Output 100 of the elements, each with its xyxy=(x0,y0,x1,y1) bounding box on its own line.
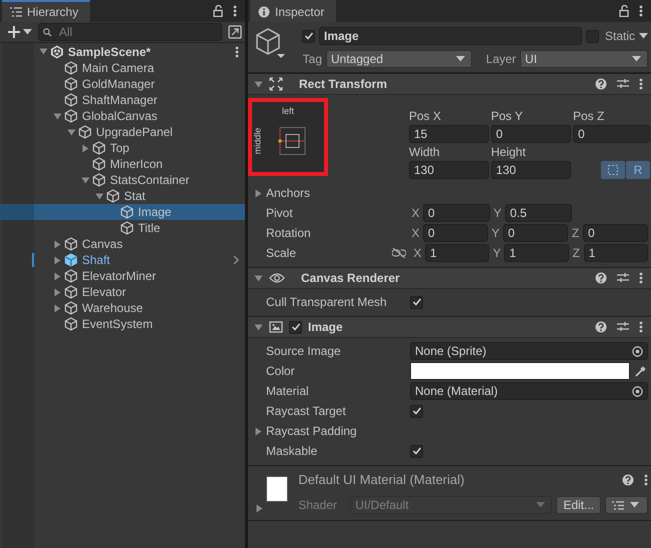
hierarchy-item[interactable]: MinerIcon xyxy=(0,156,245,172)
number-field[interactable]: 1 xyxy=(584,244,648,262)
blueprint-mode-button[interactable] xyxy=(601,161,625,179)
component-header[interactable]: Canvas Renderer xyxy=(248,267,651,289)
hierarchy-item[interactable]: ElevatorMiner xyxy=(0,268,245,284)
unlink-icon[interactable] xyxy=(392,248,406,258)
help-icon[interactable] xyxy=(595,272,607,284)
scene-picker-icon[interactable] xyxy=(228,25,242,39)
lock-icon[interactable] xyxy=(619,5,629,17)
hierarchy-item[interactable]: Top xyxy=(0,140,245,156)
number-field[interactable]: 0 xyxy=(503,224,568,242)
hierarchy-item[interactable]: ShaftManager xyxy=(0,92,245,108)
presets-icon[interactable] xyxy=(617,78,629,90)
menu-icon[interactable] xyxy=(639,5,643,17)
presets-icon[interactable] xyxy=(617,321,629,333)
hierarchy-item[interactable]: Image xyxy=(0,204,245,220)
number-field[interactable]: 15 xyxy=(409,125,489,143)
help-icon[interactable] xyxy=(622,474,634,486)
number-field[interactable]: 130 xyxy=(491,161,571,179)
hierarchy-item[interactable]: GlobalCanvas xyxy=(0,108,245,124)
edit-button[interactable]: Edit... xyxy=(556,496,601,514)
arrow-right-icon[interactable] xyxy=(52,240,62,248)
hierarchy-item[interactable]: Warehouse xyxy=(0,300,245,316)
component-header[interactable]: Rect Transform xyxy=(248,73,651,95)
menu-icon[interactable] xyxy=(233,5,237,17)
caret-icon xyxy=(632,56,641,62)
object-picker-icon[interactable] xyxy=(632,386,643,396)
number-field[interactable]: 0 xyxy=(491,125,571,143)
hierarchy-item[interactable]: UpgradePanel xyxy=(0,124,245,140)
foldout-label[interactable]: Raycast Padding xyxy=(266,424,410,438)
menu-icon[interactable] xyxy=(639,78,643,90)
object-field[interactable]: None (Sprite) xyxy=(410,342,648,360)
arrow-down-icon[interactable] xyxy=(254,322,263,332)
arrow-right-icon[interactable] xyxy=(52,256,62,264)
help-icon[interactable] xyxy=(595,321,607,333)
menu-icon[interactable] xyxy=(644,474,648,486)
axis-label: Z xyxy=(570,226,580,240)
arrow-right-icon[interactable] xyxy=(52,288,62,296)
number-field[interactable]: 130 xyxy=(409,161,489,179)
number-field[interactable]: 0.5 xyxy=(505,204,572,222)
number-field[interactable]: 1 xyxy=(504,244,569,262)
cube-icon xyxy=(64,317,78,331)
hierarchy-item[interactable]: GoldManager xyxy=(0,76,245,92)
arrow-down-icon[interactable] xyxy=(254,274,263,282)
tag-dropdown[interactable]: Untagged xyxy=(326,50,472,68)
hierarchy-item[interactable]: Stat xyxy=(0,188,245,204)
hierarchy-item[interactable]: StatsContainer xyxy=(0,172,245,188)
hierarchy-tab[interactable]: Hierarchy xyxy=(2,0,90,22)
number-field[interactable]: 0 xyxy=(423,224,488,242)
menu-icon[interactable] xyxy=(235,46,239,58)
arrow-right-icon[interactable] xyxy=(254,426,263,436)
hierarchy-item[interactable]: Shaft xyxy=(0,252,245,268)
lock-icon[interactable] xyxy=(213,5,223,17)
number-field[interactable]: 0 xyxy=(573,125,650,143)
search-field[interactable]: All xyxy=(38,23,222,41)
foldout-label[interactable]: Anchors xyxy=(266,186,410,200)
hierarchy-item[interactable]: Title xyxy=(0,220,245,236)
name-field[interactable]: Image xyxy=(319,27,582,45)
arrow-right-icon[interactable] xyxy=(80,144,90,152)
object-picker-icon[interactable] xyxy=(632,346,643,356)
arrow-down-icon[interactable] xyxy=(254,80,263,88)
component-header[interactable]: Image xyxy=(248,316,651,338)
checkbox[interactable] xyxy=(410,444,423,458)
eyedropper-icon[interactable] xyxy=(634,366,646,376)
chevron-right-icon[interactable] xyxy=(233,255,239,265)
number-field[interactable]: 1 xyxy=(425,244,490,262)
active-checkbox[interactable] xyxy=(302,30,315,42)
arrow-down-icon[interactable] xyxy=(66,128,76,136)
object-field[interactable]: None (Material) xyxy=(410,382,648,400)
property-label: Pivot xyxy=(266,206,294,220)
info-icon xyxy=(258,6,270,18)
arrow-right-icon[interactable] xyxy=(254,188,263,198)
inspector-tab[interactable]: Inspector xyxy=(250,0,336,22)
menu-icon[interactable] xyxy=(639,272,643,284)
checkbox[interactable] xyxy=(410,404,423,418)
anchor-vertical-label: middle xyxy=(252,128,262,154)
anchor-preset[interactable]: left middle xyxy=(248,98,328,176)
hierarchy-item[interactable]: Main Camera xyxy=(0,60,245,76)
arrow-down-icon[interactable] xyxy=(80,176,90,184)
hierarchy-item[interactable]: EventSystem xyxy=(0,316,245,332)
hierarchy-item[interactable]: Canvas xyxy=(0,236,245,252)
menu-icon[interactable] xyxy=(639,321,643,333)
arrow-down-icon[interactable] xyxy=(94,192,104,200)
arrow-down-icon[interactable] xyxy=(52,112,62,120)
help-icon[interactable] xyxy=(595,78,607,90)
enable-checkbox[interactable] xyxy=(289,320,302,334)
arrow-right-icon[interactable] xyxy=(255,504,264,513)
list-options-button[interactable] xyxy=(605,496,648,514)
arrow-right-icon[interactable] xyxy=(52,272,62,280)
color-field[interactable] xyxy=(410,362,630,380)
presets-icon[interactable] xyxy=(617,272,629,284)
layer-dropdown[interactable]: UI xyxy=(520,50,648,68)
hierarchy-item[interactable]: Elevator xyxy=(0,284,245,300)
add-button[interactable] xyxy=(8,26,32,38)
scene-header[interactable]: SampleScene* xyxy=(0,43,245,60)
checkbox[interactable] xyxy=(410,296,423,308)
number-field[interactable]: 0 xyxy=(583,224,648,242)
arrow-right-icon[interactable] xyxy=(52,304,62,312)
arrow-down-icon[interactable] xyxy=(38,47,48,56)
number-field[interactable]: 0 xyxy=(423,204,490,222)
